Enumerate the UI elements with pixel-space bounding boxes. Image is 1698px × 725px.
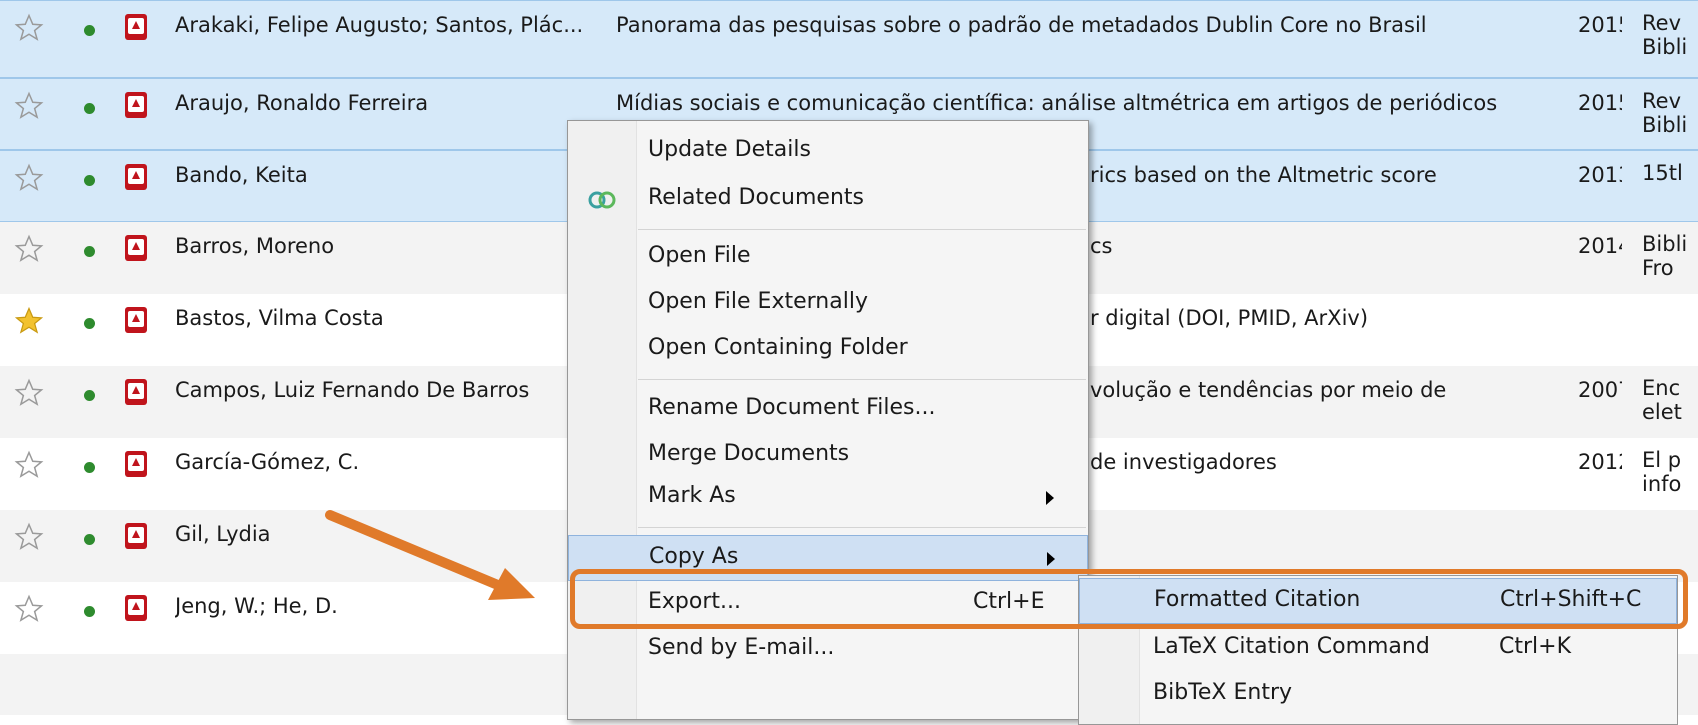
- annotation-arrow-icon: [325, 510, 535, 600]
